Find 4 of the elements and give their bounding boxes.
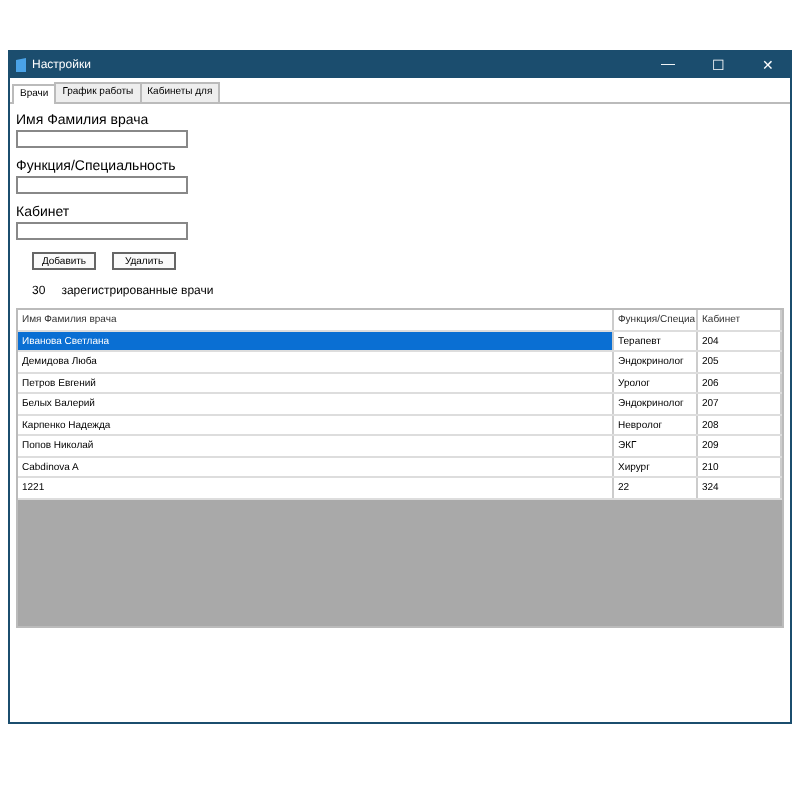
input-field[interactable] [16,222,188,240]
input-field[interactable] [16,130,188,148]
input-field[interactable] [16,176,188,194]
app-icon [16,58,26,72]
